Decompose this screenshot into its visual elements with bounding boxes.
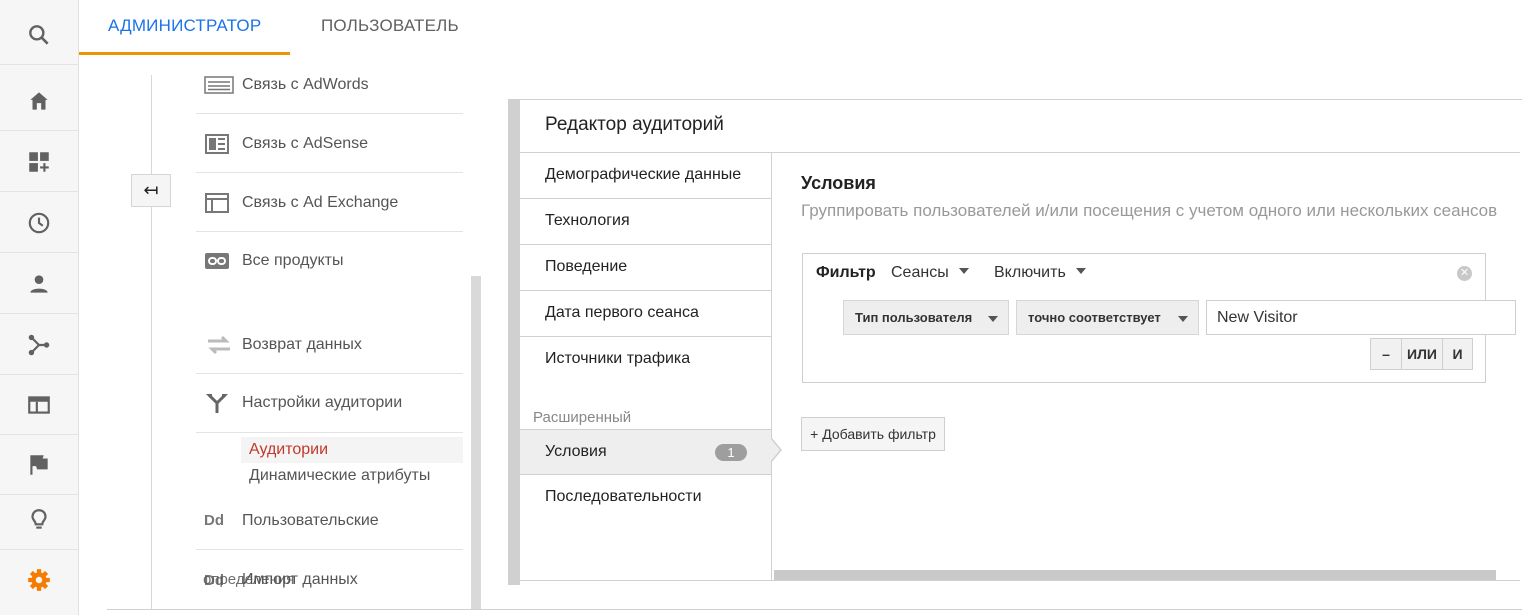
- operator-value: точно соответствует: [1028, 310, 1161, 325]
- nav-item-label: Все продукты: [242, 252, 344, 269]
- filter-label: Фильтр: [816, 264, 876, 281]
- back-arrow-button[interactable]: ↤: [131, 174, 171, 207]
- category-demographics[interactable]: Демографические данные: [520, 153, 771, 199]
- left-rail: [0, 0, 79, 615]
- subitem-audiences[interactable]: Аудитории: [241, 437, 463, 463]
- nav-item-custom-definitions[interactable]: Dd Пользовательские: [196, 492, 463, 550]
- scope-dropdown[interactable]: Сеансы: [891, 264, 969, 282]
- behavior-icon[interactable]: [0, 375, 78, 435]
- custom-definitions-overflow-text: определения: [203, 571, 295, 588]
- filter-card: Фильтр Сеансы Включить ✕ Тип пользовател…: [802, 253, 1516, 383]
- category-conditions[interactable]: Условия 1: [520, 429, 771, 475]
- nav-item-label: Связь с Ad Exchange: [242, 193, 399, 211]
- category-label: Условия: [545, 443, 607, 460]
- column-scrollbar[interactable]: [471, 276, 481, 610]
- flag-icon[interactable]: [0, 435, 78, 495]
- count-badge: 1: [715, 444, 747, 461]
- or-button[interactable]: ИЛИ: [1401, 338, 1443, 370]
- horizontal-scrollbar[interactable]: [774, 570, 1496, 580]
- nav-item-postback[interactable]: Возврат данных: [196, 316, 463, 374]
- mode-dropdown[interactable]: Включить: [994, 264, 1086, 282]
- chevron-down-icon: [958, 268, 969, 274]
- link-icon: [196, 251, 242, 271]
- nav-item-audience-settings[interactable]: Настройки аудитории: [196, 374, 463, 432]
- nav-item-label: Связь с AdSense: [242, 134, 369, 152]
- lightbulb-icon[interactable]: [0, 490, 78, 550]
- back-arrow-icon: ↤: [143, 180, 159, 200]
- dashboard-add-icon[interactable]: [0, 132, 78, 192]
- category-sequences[interactable]: Последовательности: [520, 475, 771, 521]
- nav-item-adwords[interactable]: Связь с AdWords: [196, 56, 463, 114]
- nav-item-ad-exchange[interactable]: Связь с Ad Exchange: [196, 174, 463, 232]
- chevron-down-icon: [1075, 268, 1086, 274]
- filter-value-input[interactable]: New Visitor: [1206, 300, 1516, 335]
- category-behavior[interactable]: Поведение: [520, 245, 771, 291]
- and-button[interactable]: И: [1442, 338, 1473, 370]
- bottom-divider: [107, 609, 1522, 610]
- nav-item-label: Возврат данных: [242, 335, 362, 353]
- nav-item-label: Настройки аудитории: [242, 394, 403, 411]
- nav-item-label: Пользовательские: [242, 511, 379, 529]
- gear-icon[interactable]: [0, 550, 78, 610]
- audience-fork-icon: [196, 391, 242, 415]
- chevron-down-icon: [988, 316, 998, 322]
- scope-value: Сеансы: [891, 264, 949, 281]
- postback-icon: [196, 334, 242, 356]
- chevron-down-icon: [1178, 316, 1188, 322]
- mode-value: Включить: [994, 264, 1066, 281]
- home-icon[interactable]: [0, 71, 78, 131]
- tab-user[interactable]: ПОЛЬЗОВАТЕЛЬ: [321, 0, 459, 55]
- advanced-section-label: Расширенный: [533, 409, 632, 426]
- add-filter-button[interactable]: + Добавить фильтр: [801, 417, 945, 451]
- category-list: Демографические данные Технология Поведе…: [520, 152, 772, 581]
- operator-select[interactable]: точно соответствует: [1016, 300, 1199, 335]
- dimension-value: Тип пользователя: [855, 310, 973, 325]
- conditions-subtitle: Группировать пользователей и/или посещен…: [801, 201, 1498, 220]
- audience-editor-panel: Редактор аудиторий Демографические данны…: [508, 99, 1522, 585]
- adwords-icon: [196, 75, 242, 95]
- subitem-dynamic-attributes[interactable]: Динамические атрибуты: [241, 463, 463, 489]
- acquisition-icon[interactable]: [0, 315, 78, 375]
- nav-item-all-products[interactable]: Все продукты: [196, 232, 463, 290]
- clock-icon[interactable]: [0, 193, 78, 253]
- nav-item-label: Связь с AdWords: [242, 75, 369, 93]
- conditions-title: Условия: [801, 173, 876, 193]
- remove-condition-button[interactable]: –: [1370, 338, 1402, 370]
- editor-title: Редактор аудиторий: [545, 114, 724, 135]
- close-icon[interactable]: ✕: [1457, 266, 1472, 281]
- category-traffic-sources[interactable]: Источники трафика: [520, 337, 771, 383]
- divider: [196, 432, 463, 433]
- conditions-pane: Условия Группировать пользователей и/или…: [772, 152, 1520, 581]
- category-technology[interactable]: Технология: [520, 199, 771, 245]
- adsense-icon: [196, 133, 242, 155]
- search-icon[interactable]: [0, 5, 78, 65]
- nav-item-adsense[interactable]: Связь с AdSense: [196, 115, 463, 173]
- person-icon[interactable]: [0, 254, 78, 314]
- column-divider: [151, 75, 152, 610]
- ad-exchange-icon: [196, 192, 242, 214]
- dd-icon: Dd: [204, 512, 224, 529]
- top-tabs: АДМИНИСТРАТОР ПОЛЬЗОВАТЕЛЬ: [79, 0, 1522, 55]
- tab-active-underline: [79, 52, 290, 55]
- category-first-session-date[interactable]: Дата первого сеанса: [520, 291, 771, 337]
- dimension-select[interactable]: Тип пользователя: [843, 300, 1009, 335]
- tab-admin[interactable]: АДМИНИСТРАТОР: [108, 0, 261, 55]
